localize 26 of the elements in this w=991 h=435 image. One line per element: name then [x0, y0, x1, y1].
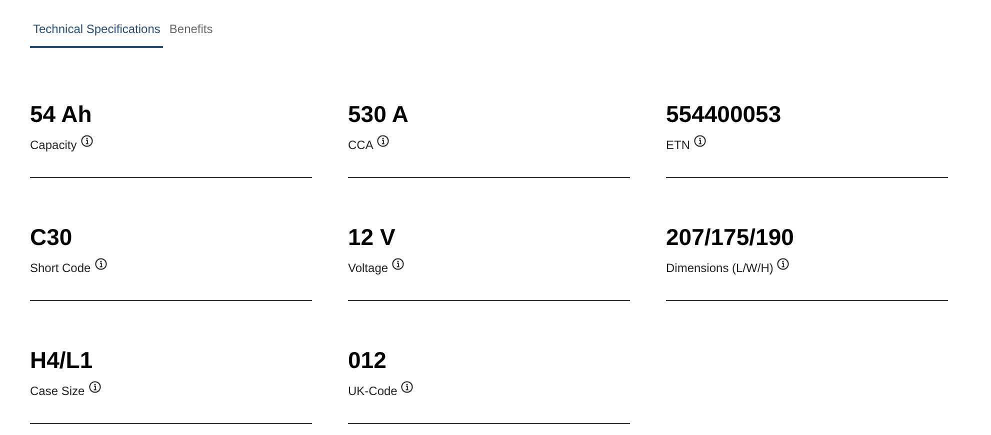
- spec-value: 207/175/190: [666, 223, 795, 251]
- info-icon[interactable]: [88, 381, 101, 393]
- spec-label: Capacity: [30, 137, 77, 154]
- info-icon[interactable]: [94, 258, 107, 270]
- spec-label: CCA: [348, 137, 374, 154]
- tab[interactable]: Technical Specifications: [30, 20, 164, 48]
- spec-label: ETN: [666, 137, 690, 154]
- spec-label: UK-Code: [348, 383, 398, 400]
- spec-label: Case Size: [30, 383, 85, 400]
- info-icon[interactable]: [401, 381, 414, 393]
- spec-label: Dimensions (L/W/H): [666, 260, 774, 277]
- tab[interactable]: Benefits: [169, 20, 213, 48]
- spec-value: 012: [348, 346, 388, 374]
- spec-label: Voltage: [348, 260, 388, 277]
- spec-value: 12 V: [348, 223, 396, 251]
- spec-label: Short Code: [30, 260, 91, 277]
- info-icon[interactable]: [694, 135, 706, 147]
- info-icon[interactable]: [392, 258, 404, 270]
- info-icon[interactable]: [80, 135, 93, 147]
- info-icon[interactable]: [777, 258, 790, 270]
- spec-value: 554400053: [666, 100, 782, 128]
- info-icon[interactable]: [377, 135, 390, 147]
- spec-value: 530 A: [348, 100, 410, 128]
- spec-value: 54 Ah: [30, 100, 93, 128]
- spec-value: H4/L1: [30, 346, 94, 374]
- spec-value: C30: [30, 223, 74, 251]
